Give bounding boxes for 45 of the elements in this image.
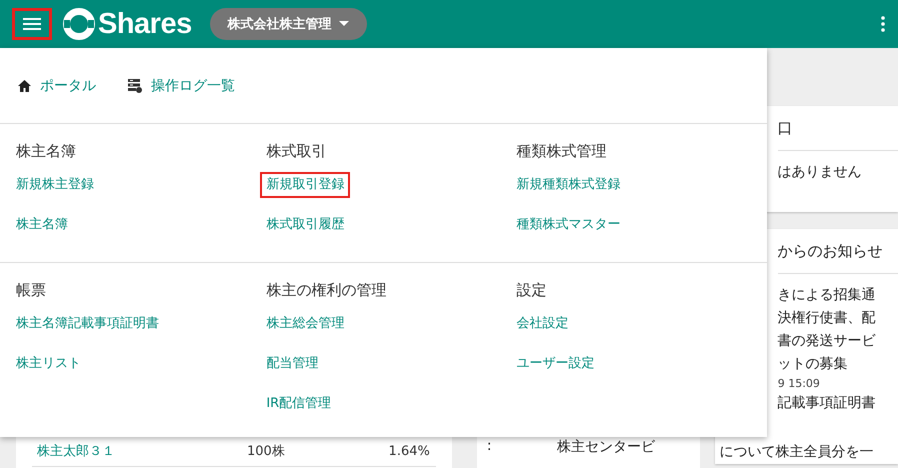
section-heading: 種類株式管理 — [516, 142, 607, 162]
menu-icon — [23, 17, 41, 31]
card-text: 書の発送サービ — [778, 332, 877, 351]
card-text: きによる招集通 — [778, 286, 877, 305]
menu-link[interactable]: 種類株式マスター — [510, 212, 627, 238]
shareholder-link[interactable]: 株主太郎３１ — [32, 442, 247, 460]
menu-link[interactable]: 株主総会管理 — [260, 311, 350, 337]
section-heading: 株主の権利の管理 — [266, 281, 386, 301]
menu-link[interactable]: 操作ログ一覧 — [128, 76, 235, 94]
menu-link[interactable]: 株主名簿記載事項証明書 — [10, 311, 165, 337]
section-heading: 設定 — [516, 281, 547, 301]
address-value: 株主センタービ — [556, 438, 655, 456]
card-text: について株主全員分を一 — [720, 443, 875, 462]
menu-link[interactable]: IR配信管理 — [260, 391, 338, 417]
menu-link[interactable]: 新規株主登録 — [10, 172, 100, 198]
section-heading: 帳票 — [16, 281, 46, 301]
menu-button[interactable] — [12, 8, 52, 40]
home-icon — [18, 80, 31, 92]
caret-icon — [338, 21, 349, 27]
menu-link[interactable]: 株主名簿 — [10, 212, 74, 238]
card-text: 記載事項証明書 — [778, 394, 877, 413]
section-heading: 株式取引 — [266, 142, 326, 162]
label-separator: : — [486, 438, 493, 456]
ring-logo-icon — [62, 7, 96, 41]
logo-text: Shares — [98, 8, 192, 40]
card-text: ットの募集 — [778, 355, 849, 374]
card-text: 決権行使書、配 — [778, 309, 877, 328]
section-heading: 株主名簿 — [16, 142, 76, 162]
news-date: 9 15:09 — [778, 376, 821, 392]
menu-link[interactable]: 株主リスト — [10, 351, 87, 377]
share-count: 100株 — [247, 443, 286, 460]
menu-link[interactable]: 配当管理 — [260, 351, 324, 377]
card-title: 口 — [778, 106, 898, 151]
share-ratio: 1.64% — [388, 444, 431, 458]
menu-link[interactable]: 新規種類株式登録 — [510, 172, 627, 198]
more-icon[interactable] — [880, 15, 886, 33]
menu-link[interactable]: ユーザー設定 — [510, 351, 601, 377]
card-title: からのお知らせ — [778, 229, 898, 274]
menu-link[interactable]: 会社設定 — [510, 311, 575, 337]
card-text: はありません — [778, 163, 863, 182]
log-list-icon — [128, 78, 142, 92]
company-dropdown[interactable]: 株式会社株主管理 — [210, 8, 367, 40]
menu-link[interactable]: 株式取引履歴 — [260, 212, 350, 238]
menu-link[interactable]: 新規取引登録 — [260, 172, 350, 198]
menu-link[interactable]: ポータル — [18, 76, 96, 94]
